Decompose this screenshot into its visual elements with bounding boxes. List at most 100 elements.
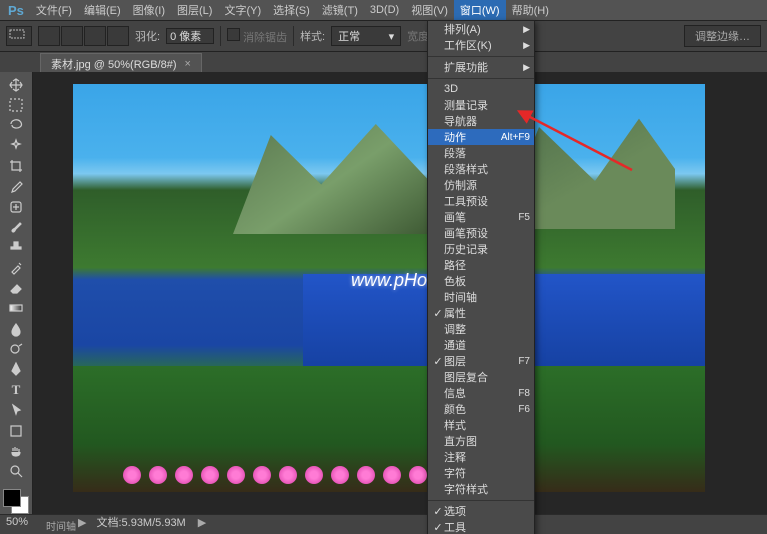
menu-item[interactable]: 画笔F5 — [428, 209, 534, 225]
feather-input[interactable] — [166, 28, 214, 44]
eyedropper-tool-icon[interactable] — [5, 178, 27, 195]
menu-item[interactable]: 文字(Y) — [218, 0, 267, 20]
selection-mode-new[interactable] — [38, 26, 60, 46]
menu-item[interactable]: 3D — [428, 81, 534, 97]
chevron-right-icon[interactable]: ▶ — [198, 516, 206, 529]
menu-item[interactable]: 图层(L) — [171, 0, 218, 20]
menu-item[interactable]: ✓图层F7 — [428, 353, 534, 369]
menu-item-label: 排列(A) — [444, 21, 523, 37]
menu-item[interactable]: 窗口(W) — [454, 0, 506, 20]
menu-item[interactable]: 工具预设 — [428, 193, 534, 209]
options-bar: 羽化: 消除锯齿 样式: 正常▾ 宽度: 调整边缘… — [0, 20, 767, 52]
selection-mode-group — [38, 26, 129, 46]
pen-tool-icon[interactable] — [5, 361, 27, 378]
menu-item[interactable]: 工作区(K)▶ — [428, 37, 534, 53]
gradient-tool-icon[interactable] — [5, 300, 27, 317]
check-icon: ✓ — [432, 505, 444, 518]
menu-item[interactable]: 段落样式 — [428, 161, 534, 177]
menu-item-label: 段落样式 — [444, 161, 530, 177]
divider — [220, 26, 221, 46]
lasso-tool-icon[interactable] — [5, 117, 27, 134]
menu-item[interactable]: 注释 — [428, 449, 534, 465]
menu-item[interactable]: 仿制源 — [428, 177, 534, 193]
check-icon: ✓ — [432, 307, 444, 320]
menu-item[interactable]: 字符 — [428, 465, 534, 481]
menu-item[interactable]: 选择(S) — [267, 0, 316, 20]
dodge-tool-icon[interactable] — [5, 340, 27, 357]
color-swatches[interactable] — [3, 489, 29, 514]
menu-item[interactable]: ✓属性 — [428, 305, 534, 321]
selection-mode-subtract[interactable] — [84, 26, 106, 46]
eraser-tool-icon[interactable] — [5, 279, 27, 296]
brush-tool-icon[interactable] — [5, 218, 27, 235]
menu-item[interactable]: 信息F8 — [428, 385, 534, 401]
menu-item[interactable]: 滤镜(T) — [316, 0, 364, 20]
menu-shortcut: F5 — [518, 212, 530, 223]
menu-item[interactable]: 画笔预设 — [428, 225, 534, 241]
zoom-tool-icon[interactable] — [5, 463, 27, 480]
menu-item-label: 直方图 — [444, 433, 530, 449]
wand-tool-icon[interactable] — [5, 137, 27, 154]
menu-item[interactable]: 色板 — [428, 273, 534, 289]
active-tool-swatch[interactable] — [6, 26, 32, 46]
shape-tool-icon[interactable] — [5, 422, 27, 439]
antialias-option[interactable]: 消除锯齿 — [227, 28, 287, 45]
menu-item-label: 段落 — [444, 145, 530, 161]
menu-item-label: 路径 — [444, 257, 530, 273]
submenu-arrow-icon: ▶ — [523, 24, 530, 35]
history-brush-icon[interactable] — [5, 259, 27, 276]
check-icon: ✓ — [432, 355, 444, 368]
type-tool-icon[interactable]: T — [5, 381, 27, 398]
menu-item[interactable]: 样式 — [428, 417, 534, 433]
menu-item[interactable]: 段落 — [428, 145, 534, 161]
menu-item[interactable]: 时间轴 — [428, 289, 534, 305]
image-content — [113, 424, 705, 484]
selection-mode-add[interactable] — [61, 26, 83, 46]
menu-item[interactable]: 直方图 — [428, 433, 534, 449]
style-select[interactable]: 正常▾ — [331, 26, 401, 46]
menu-item[interactable]: 测量记录 — [428, 97, 534, 113]
menu-item[interactable]: 视图(V) — [405, 0, 454, 20]
menu-item[interactable]: 图像(I) — [127, 0, 171, 20]
timeline-tab[interactable]: 时间轴 — [40, 518, 82, 533]
menu-item-label: 画笔预设 — [444, 225, 530, 241]
refine-edge-button[interactable]: 调整边缘… — [684, 25, 761, 47]
menu-item[interactable]: 路径 — [428, 257, 534, 273]
menu-separator — [428, 499, 534, 501]
menu-item[interactable]: ✓选项 — [428, 503, 534, 519]
menu-item[interactable]: 字符样式 — [428, 481, 534, 497]
move-tool-icon[interactable] — [5, 76, 27, 93]
menu-item[interactable]: 图层复合 — [428, 369, 534, 385]
selection-mode-intersect[interactable] — [107, 26, 129, 46]
document-tab[interactable]: 素材.jpg @ 50%(RGB/8#) × — [40, 53, 202, 74]
menu-shortcut: F8 — [518, 388, 530, 399]
close-icon[interactable]: × — [185, 58, 191, 70]
stamp-tool-icon[interactable] — [5, 239, 27, 256]
menu-item[interactable]: 颜色F6 — [428, 401, 534, 417]
healing-tool-icon[interactable] — [5, 198, 27, 215]
menu-item[interactable]: 导航器 — [428, 113, 534, 129]
menu-item-label: 通道 — [444, 337, 530, 353]
menu-item[interactable]: 历史记录 — [428, 241, 534, 257]
crop-tool-icon[interactable] — [5, 157, 27, 174]
menu-shortcut: Alt+F9 — [501, 132, 530, 143]
menu-item[interactable]: 调整 — [428, 321, 534, 337]
menu-item-label: 图层复合 — [444, 369, 530, 385]
path-select-icon[interactable] — [5, 402, 27, 419]
menu-item[interactable]: 动作Alt+F9 — [428, 129, 534, 145]
menu-item[interactable]: 排列(A)▶ — [428, 21, 534, 37]
menu-item-label: 动作 — [444, 129, 501, 145]
menu-item[interactable]: 帮助(H) — [506, 0, 555, 20]
marquee-tool-icon[interactable] — [5, 96, 27, 113]
blur-tool-icon[interactable] — [5, 320, 27, 337]
style-label: 样式: — [300, 28, 325, 44]
menu-item-label: 注释 — [444, 449, 530, 465]
menu-item-label: 信息 — [444, 385, 518, 401]
menu-item[interactable]: ✓工具 — [428, 519, 534, 534]
foreground-color-swatch[interactable] — [3, 489, 21, 507]
document-canvas[interactable]: www.pHome.NET — [73, 84, 705, 492]
menu-item[interactable]: 通道 — [428, 337, 534, 353]
menu-item[interactable]: 3D(D) — [364, 2, 405, 18]
menu-item[interactable]: 扩展功能▶ — [428, 59, 534, 75]
hand-tool-icon[interactable] — [5, 442, 27, 459]
